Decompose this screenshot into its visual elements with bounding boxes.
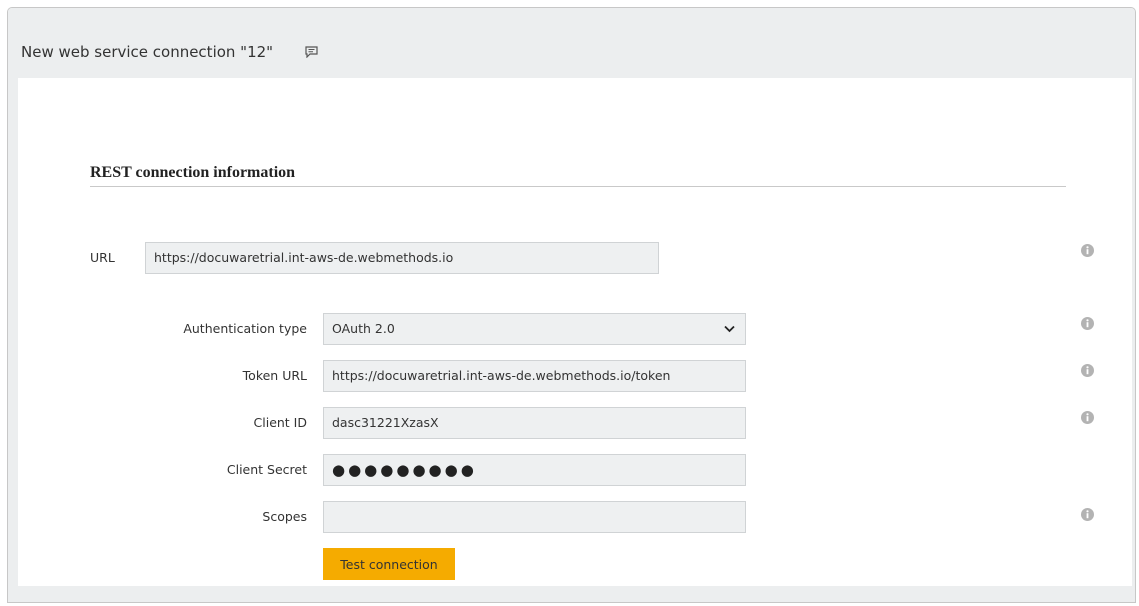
scopes-label: Scopes bbox=[262, 509, 307, 524]
scopes-input[interactable] bbox=[323, 501, 746, 533]
client-secret-input[interactable]: ●●●●●●●●● bbox=[323, 454, 746, 486]
client-id-input[interactable]: dasc31221XzasX bbox=[323, 407, 746, 439]
scopes-info-icon[interactable] bbox=[1081, 508, 1094, 521]
connection-dialog: New web service connection "12" REST con… bbox=[7, 7, 1136, 603]
auth-type-select[interactable]: OAuth 2.0 bbox=[323, 313, 746, 345]
client-secret-label: Client Secret bbox=[226, 462, 307, 477]
auth-type-label: Authentication type bbox=[183, 321, 307, 336]
section-title: REST connection information bbox=[90, 164, 296, 181]
client-id-info-icon[interactable] bbox=[1081, 411, 1094, 424]
connection-form-panel: REST connection information URL https://… bbox=[18, 78, 1132, 586]
token-url-info-icon[interactable] bbox=[1081, 364, 1094, 377]
comment-icon[interactable] bbox=[305, 46, 318, 58]
chevron-down-icon bbox=[724, 325, 735, 333]
auth-type-selected-value: OAuth 2.0 bbox=[332, 321, 395, 336]
token-url-input[interactable]: https://docuwaretrial.int-aws-de.webmeth… bbox=[323, 360, 746, 392]
token-url-label: Token URL bbox=[242, 368, 307, 383]
test-connection-button[interactable]: Test connection bbox=[323, 548, 455, 580]
section-divider bbox=[90, 186, 1066, 187]
dialog-title: New web service connection "12" bbox=[21, 43, 274, 61]
client-secret-masked-value: ●●●●●●●●● bbox=[332, 461, 477, 479]
auth-type-info-icon[interactable] bbox=[1081, 317, 1094, 330]
url-input[interactable]: https://docuwaretrial.int-aws-de.webmeth… bbox=[145, 242, 659, 274]
url-label: URL bbox=[90, 250, 115, 265]
url-info-icon[interactable] bbox=[1081, 244, 1094, 257]
dialog-header: New web service connection "12" bbox=[8, 8, 1135, 78]
client-id-label: Client ID bbox=[253, 415, 307, 430]
